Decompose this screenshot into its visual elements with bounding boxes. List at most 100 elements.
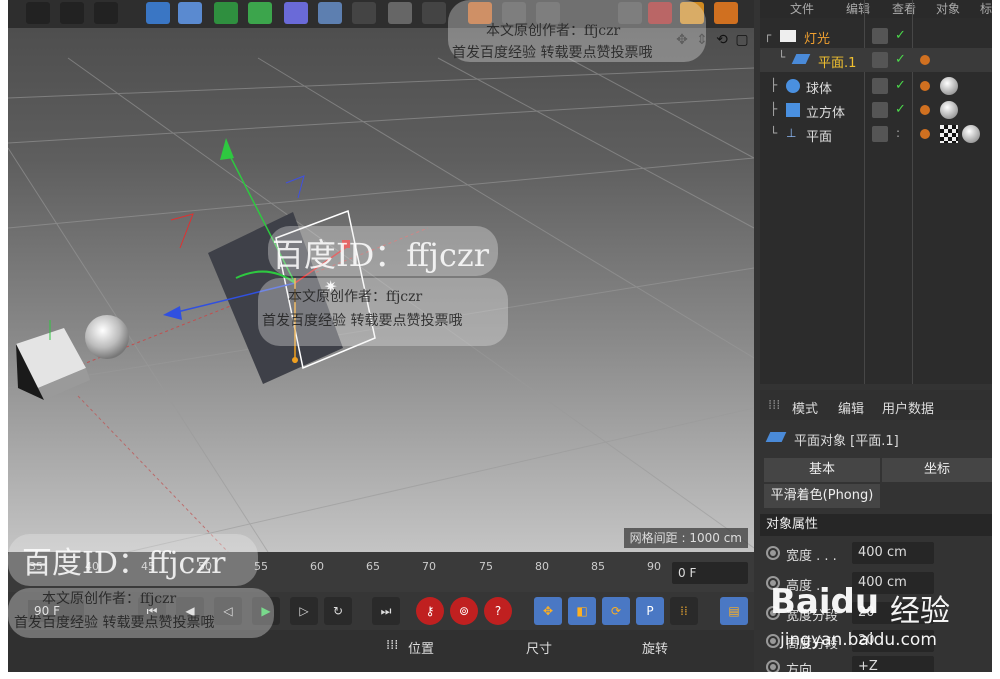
enabled-check[interactable]: ✓: [895, 102, 906, 117]
visibility-toggle[interactable]: [872, 52, 888, 68]
spline-pen-icon[interactable]: [178, 2, 202, 24]
position-key-icon[interactable]: ✥: [534, 597, 562, 625]
height-field[interactable]: 400 cm: [852, 572, 934, 594]
menu-mode[interactable]: 模式: [792, 398, 818, 417]
menu-file[interactable]: 文件: [790, 0, 814, 17]
dot-icon[interactable]: :: [896, 126, 900, 140]
prop-height: 高度 . . 400 cm: [760, 570, 992, 598]
loop-icon[interactable]: ↻: [324, 597, 352, 625]
texture-mode-icon[interactable]: [502, 2, 526, 24]
tag-icon[interactable]: [920, 55, 930, 65]
object-row-plane[interactable]: └ ⊥ 平面 :: [760, 122, 992, 146]
render-settings-icon[interactable]: [94, 2, 118, 24]
animate-radio-icon[interactable]: [766, 634, 780, 648]
record-key-icon[interactable]: ⚷: [416, 597, 444, 625]
animate-radio-icon[interactable]: [766, 606, 780, 620]
subdivision-icon[interactable]: [214, 2, 238, 24]
enabled-check[interactable]: ✓: [895, 28, 906, 43]
deformer-icon[interactable]: [284, 2, 308, 24]
sphere-object-icon: [786, 79, 800, 93]
animate-radio-icon[interactable]: [766, 546, 780, 560]
width-seg-field[interactable]: 20: [852, 602, 934, 624]
point-level-icon[interactable]: ⁞⁞: [670, 597, 698, 625]
tag-icon[interactable]: [920, 129, 930, 139]
plane-object-icon: [765, 432, 787, 442]
tweak-mode-icon[interactable]: [680, 2, 704, 24]
enable-axis-icon[interactable]: [648, 2, 672, 24]
object-row-cube[interactable]: ├ 立方体 ✓: [760, 98, 992, 122]
light-icon[interactable]: [388, 2, 412, 24]
cloner-icon[interactable]: [248, 2, 272, 24]
menu-user-data[interactable]: 用户数据: [882, 398, 934, 417]
timeline-window-icon[interactable]: ▤: [720, 597, 748, 625]
height-seg-field[interactable]: 20: [852, 630, 934, 652]
floor-icon[interactable]: [318, 2, 342, 24]
play-reverse-icon[interactable]: ◁: [214, 597, 242, 625]
parameter-key-icon[interactable]: P: [636, 597, 664, 625]
prop-height-seg: 高度分段 20: [760, 628, 992, 656]
animate-radio-icon[interactable]: [766, 576, 780, 590]
material-tag-icon[interactable]: [940, 101, 958, 119]
tab-basic[interactable]: 基本: [764, 458, 880, 482]
next-frame-icon[interactable]: ▷: [290, 597, 318, 625]
animate-radio-icon[interactable]: [766, 660, 780, 672]
menu-tags[interactable]: 标: [980, 0, 992, 17]
object-row-light[interactable]: ┌ 灯光 ✓: [760, 24, 992, 48]
workplane-icon[interactable]: [536, 2, 560, 24]
menu-edit[interactable]: 编辑: [846, 0, 870, 17]
zoom-icon[interactable]: ⇕: [694, 32, 710, 48]
z-axis-arrow-icon[interactable]: [163, 306, 182, 320]
y-axis-arrow-icon[interactable]: [220, 138, 234, 160]
camera-icon[interactable]: [352, 2, 376, 24]
play-icon[interactable]: ▶: [252, 597, 280, 625]
direction-select[interactable]: +Z: [852, 656, 934, 672]
tag-icon[interactable]: [920, 105, 930, 115]
menu-edit[interactable]: 编辑: [838, 398, 864, 417]
render-view-icon[interactable]: [26, 2, 50, 24]
axis-mode-icon[interactable]: [618, 2, 642, 24]
orbit-icon[interactable]: ⟲: [714, 32, 730, 48]
visibility-toggle[interactable]: [872, 126, 888, 142]
start-frame-field[interactable]: 90 F: [28, 600, 84, 622]
prev-frame-icon[interactable]: ◀: [176, 597, 204, 625]
frame-ruler[interactable]: 35 40 45 50 55 60 65 70 75 80 85 90: [8, 552, 668, 590]
maximize-view-icon[interactable]: ▢: [734, 32, 750, 48]
tag-icon[interactable]: [920, 81, 930, 91]
rotation-key-icon[interactable]: ⟳: [602, 597, 630, 625]
goto-end-icon[interactable]: ⏭: [372, 597, 400, 625]
tab-coord[interactable]: 坐标: [882, 458, 992, 482]
enabled-check[interactable]: ✓: [895, 52, 906, 67]
material-tag-icon[interactable]: [962, 125, 980, 143]
current-frame-field[interactable]: 0 F: [672, 562, 748, 584]
visibility-toggle[interactable]: [872, 78, 888, 94]
object-row-plane1[interactable]: └ 平面.1 ✓: [760, 48, 992, 72]
material-tag-icon[interactable]: [940, 77, 958, 95]
checker-material-icon[interactable]: [940, 125, 958, 143]
scale-key-icon[interactable]: ◧: [568, 597, 596, 625]
goto-start-icon[interactable]: ⏮: [138, 597, 166, 625]
width-field[interactable]: 400 cm: [852, 542, 934, 564]
autokey-icon[interactable]: ⊚: [450, 597, 478, 625]
x-axis-cube-icon[interactable]: [342, 240, 350, 248]
light-icon[interactable]: ✷: [324, 277, 337, 296]
visibility-toggle[interactable]: [872, 102, 888, 118]
snap-icon[interactable]: [422, 2, 446, 24]
visibility-toggle[interactable]: [872, 28, 888, 44]
object-manager: 文件 编辑 查看 对象 标 ┌ 灯光 ✓ └ 平面.1 ✓ ├ 球体 ✓ ├ 立…: [760, 0, 992, 384]
tree-line-icon: ┌: [764, 28, 772, 42]
object-row-sphere[interactable]: ├ 球体 ✓: [760, 74, 992, 98]
snapping-icon[interactable]: [714, 2, 738, 24]
timeline-ruler[interactable]: 35 40 45 50 55 60 65 70 75 80 85 90 0 F: [8, 552, 754, 592]
menu-object[interactable]: 对象: [936, 0, 960, 17]
sphere-object[interactable]: [85, 315, 129, 359]
tab-phong[interactable]: 平滑着色(Phong): [764, 484, 880, 508]
render-picture-viewer-icon[interactable]: [60, 2, 84, 24]
position-header: 位置: [408, 642, 435, 657]
keyframe-selection-icon[interactable]: ?: [484, 597, 512, 625]
pan-icon[interactable]: ✥: [674, 32, 690, 48]
light-handle[interactable]: [292, 357, 298, 363]
cube-primitive-icon[interactable]: [146, 2, 170, 24]
enabled-check[interactable]: ✓: [895, 78, 906, 93]
model-mode-icon[interactable]: [468, 2, 492, 24]
perspective-viewport[interactable]: ✷ ✥ ⇕ ⟲ ▢ 网格间距 : 1000 cm: [8, 28, 754, 552]
